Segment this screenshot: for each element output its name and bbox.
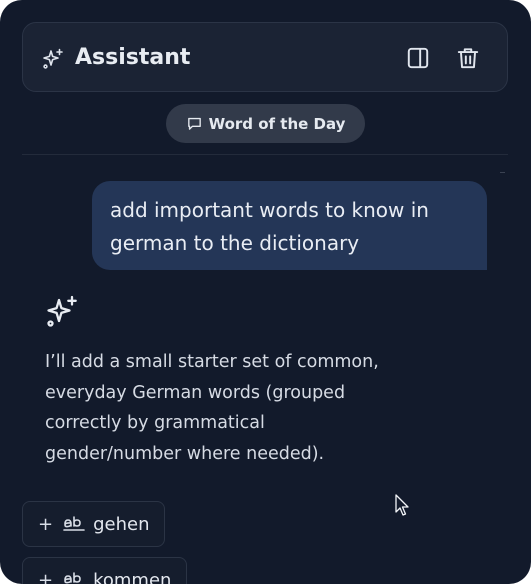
- word-of-the-day-button[interactable]: Word of the Day: [166, 104, 365, 143]
- assistant-message: I’ll add a small starter set of common, …: [45, 352, 379, 464]
- assistant-header: Assistant: [22, 22, 508, 92]
- assistant-panel: Assistant Word of the Day add important …: [0, 0, 531, 584]
- word-of-the-day-label: Word of the Day: [208, 114, 346, 133]
- spell-check-icon: [63, 516, 85, 531]
- panel-title: Assistant: [75, 45, 191, 70]
- word-label: gehen: [93, 513, 150, 535]
- mouse-cursor-icon: [395, 494, 409, 516]
- plus-icon: +: [38, 513, 54, 535]
- sidebar-toggle-icon: [407, 47, 429, 69]
- plus-icon: +: [38, 569, 54, 584]
- add-word-button[interactable]: + kommen: [22, 557, 187, 584]
- word-label: kommen: [93, 569, 172, 584]
- user-message: add important words to know in german to…: [92, 181, 487, 270]
- scroll-indicator: [500, 172, 505, 173]
- assistant-sparkles-icon: [44, 294, 80, 330]
- clear-chat-button[interactable]: [455, 45, 481, 71]
- add-word-button[interactable]: + gehen: [22, 501, 165, 547]
- trash-icon: [457, 48, 479, 69]
- toggle-sidebar-button[interactable]: [405, 45, 431, 71]
- sparkles-icon: [41, 47, 65, 71]
- divider: [22, 154, 508, 155]
- spell-check-icon: [64, 572, 81, 584]
- message-square-icon: [187, 117, 201, 130]
